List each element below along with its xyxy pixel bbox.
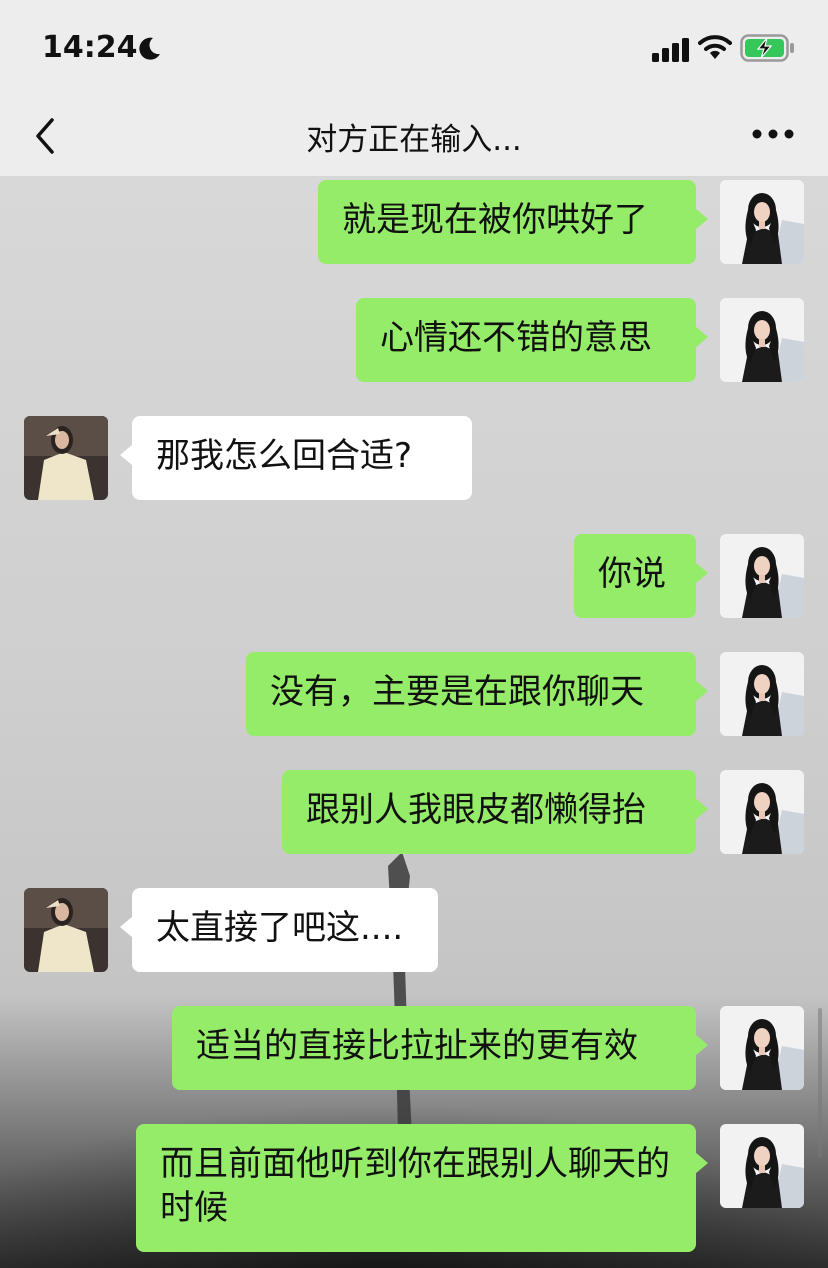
my-avatar[interactable] bbox=[720, 534, 804, 618]
signal-icon bbox=[652, 38, 689, 62]
contact-avatar[interactable] bbox=[24, 888, 108, 972]
more-options-button[interactable] bbox=[748, 114, 798, 154]
moon-icon bbox=[139, 37, 160, 60]
wifi-icon bbox=[698, 35, 732, 59]
message-bubble-sent[interactable]: 你说 bbox=[574, 534, 708, 618]
message-bubble-sent[interactable]: 跟别人我眼皮都懒得抬 bbox=[282, 770, 708, 854]
my-avatar[interactable] bbox=[720, 652, 804, 736]
message-bubble-received[interactable]: 那我怎么回合适? bbox=[120, 416, 472, 500]
status-bar: 14:24 bbox=[0, 0, 828, 100]
message-bubble-sent[interactable]: 就是现在被你哄好了 bbox=[318, 180, 708, 264]
my-avatar[interactable] bbox=[720, 1124, 804, 1208]
chat-title: 对方正在输入... bbox=[306, 122, 522, 158]
my-avatar[interactable] bbox=[720, 770, 804, 854]
message-bubble-sent[interactable]: 没有，主要是在跟你聊天 bbox=[246, 652, 708, 736]
contact-avatar[interactable] bbox=[24, 416, 108, 500]
message-bubble-sent[interactable]: 适当的直接比拉扯来的更有效 bbox=[172, 1006, 708, 1090]
my-avatar[interactable] bbox=[720, 298, 804, 382]
chat-header: 对方正在输入... bbox=[0, 100, 828, 177]
my-avatar[interactable] bbox=[720, 180, 804, 264]
message-bubble-received[interactable]: 太直接了吧这.... bbox=[120, 888, 438, 972]
my-avatar[interactable] bbox=[720, 1006, 804, 1090]
message-bubble-sent[interactable]: 而且前面他听到你在跟别人聊天的时候 bbox=[136, 1124, 708, 1252]
status-time: 14:24 bbox=[42, 30, 138, 65]
scroll-indicator[interactable] bbox=[818, 1008, 822, 1158]
message-bubble-sent[interactable]: 心情还不错的意思 bbox=[356, 298, 708, 382]
battery-charging-icon bbox=[740, 34, 794, 62]
